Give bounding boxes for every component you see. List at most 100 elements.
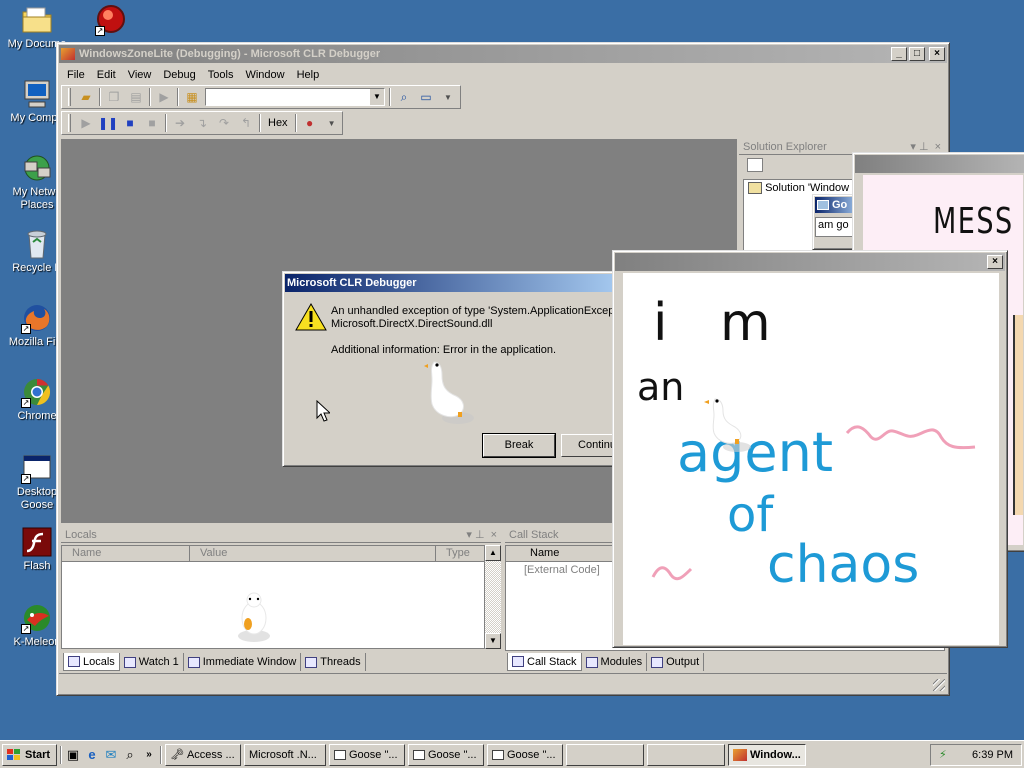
tab-threads[interactable]: Threads (301, 653, 366, 671)
tab-label: Call Stack (527, 655, 577, 668)
dialog-title: Microsoft CLR Debugger (287, 277, 417, 289)
task-access[interactable]: 🗝 Access ... (165, 743, 241, 766)
window-app-icon (817, 200, 829, 210)
tray-network-icon[interactable]: ⚡ (939, 748, 947, 761)
pink-scribble (845, 425, 976, 450)
windows-logo-icon (7, 748, 20, 760)
solution-config-combo[interactable]: ▼ (205, 88, 385, 106)
shortcut-arrow-icon: ↗ (21, 474, 31, 484)
goose-sprite[interactable] (226, 588, 282, 646)
continue-icon[interactable]: ▶ (77, 114, 95, 132)
pink-scribble-small (651, 566, 693, 581)
copy-icon[interactable]: ❐ (105, 88, 123, 106)
red-app-icon: ↗ (95, 4, 127, 36)
close-button[interactable]: × (987, 255, 1003, 269)
tab-call-stack[interactable]: Call Stack (507, 653, 582, 671)
locals-grid-header: Name Value Type (62, 546, 484, 562)
paste-icon[interactable]: ▤ (127, 88, 145, 106)
resize-grip-icon[interactable] (933, 679, 945, 691)
maximize-button[interactable]: □ (909, 47, 925, 61)
solution-icon (748, 182, 762, 195)
locals-scrollbar[interactable]: ▲ ▼ (485, 545, 501, 649)
task-blank-1[interactable] (566, 743, 644, 766)
step-over-icon[interactable]: ↷ (215, 114, 233, 132)
close-button[interactable]: × (929, 47, 945, 61)
task-microsoft-net[interactable]: Microsoft .N... (244, 743, 326, 766)
stop-debugging-icon[interactable]: ■ (121, 114, 139, 132)
scroll-up-button[interactable]: ▲ (485, 545, 501, 561)
menu-tools[interactable]: Tools (202, 69, 240, 81)
goose-sprite[interactable] (424, 356, 484, 428)
toolbar-grip[interactable] (68, 114, 71, 132)
open-folder-icon[interactable]: ▰ (77, 88, 95, 106)
toolbar-dropdown-icon[interactable]: ▼ (323, 114, 341, 132)
tab-watch-1[interactable]: Watch 1 (120, 653, 184, 671)
toolbar-separator (165, 114, 167, 132)
pin-icon[interactable]: ▾ ⊥ (466, 528, 484, 541)
find-icon[interactable]: ⌕ (395, 88, 413, 106)
break-all-icon[interactable]: ❚❚ (98, 114, 118, 132)
task-blank-2[interactable] (647, 743, 725, 766)
menu-debug[interactable]: Debug (157, 69, 201, 81)
output-tab-icon (651, 656, 664, 668)
find-in-files-icon[interactable]: ▦ (183, 88, 201, 106)
column-type[interactable]: Type (436, 546, 484, 561)
task-goose-1[interactable]: Goose "... (329, 743, 405, 766)
search-icon[interactable]: ⌕ (122, 747, 138, 763)
step-out-icon[interactable]: ↰ (237, 114, 255, 132)
tab-immediate-window[interactable]: Immediate Window (184, 653, 302, 671)
internet-explorer-icon[interactable]: e (84, 747, 100, 763)
column-name[interactable]: Name (62, 546, 190, 561)
start-debug-icon[interactable]: ▶ (155, 88, 173, 106)
pane-close-icon[interactable]: × (935, 141, 941, 153)
properties-icon[interactable] (747, 158, 763, 172)
exception-dialog-titlebar[interactable]: Microsoft CLR Debugger (285, 274, 619, 292)
task-goose-3[interactable]: Goose "... (487, 743, 563, 766)
tab-output[interactable]: Output (647, 653, 705, 671)
menu-view[interactable]: View (122, 69, 158, 81)
toolbar-dropdown-icon[interactable]: ▼ (439, 88, 457, 106)
menu-file[interactable]: File (61, 69, 91, 81)
menu-window[interactable]: Window (239, 69, 290, 81)
locals-tab-icon (68, 656, 80, 667)
show-next-statement-icon[interactable]: ➔ (171, 114, 189, 132)
restart-icon[interactable]: ■ (143, 114, 161, 132)
show-desktop-icon[interactable]: ▣ (65, 747, 81, 763)
pane-close-icon[interactable]: × (491, 529, 497, 541)
immediate-tab-icon (187, 656, 200, 668)
debugger-titlebar[interactable]: WindowsZoneLite (Debugging) - Microsoft … (59, 45, 947, 63)
task-label: Microsoft .N... (249, 748, 317, 761)
clock[interactable]: 6:39 PM (972, 749, 1013, 761)
command-window-icon[interactable]: ▭ (417, 88, 435, 106)
mess-note-text: MESS WI (933, 201, 1023, 242)
step-into-icon[interactable]: ↴ (193, 114, 211, 132)
toolbar-separator (99, 88, 101, 106)
column-value[interactable]: Value (190, 546, 436, 561)
task-goose-2[interactable]: Goose "... (408, 743, 484, 766)
quick-launch-more-icon[interactable]: » (141, 747, 157, 763)
status-bar (59, 673, 947, 693)
desktop-icon-red-app[interactable]: ↗ (74, 4, 148, 38)
break-button[interactable]: Break (482, 433, 556, 458)
task-windowszonelite[interactable]: Window... (728, 743, 806, 766)
outlook-express-icon[interactable]: ✉ (103, 747, 119, 763)
menu-edit[interactable]: Edit (91, 69, 122, 81)
solution-node[interactable]: Solution 'Window (765, 182, 849, 194)
minimize-button[interactable]: _ (891, 47, 907, 61)
solution-explorer-title: Solution Explorer (743, 140, 827, 153)
tab-locals[interactable]: Locals (63, 653, 120, 671)
scroll-down-button[interactable]: ▼ (485, 633, 501, 649)
exception-message-line2: Microsoft.DirectX.DirectSound.dll (331, 318, 493, 330)
chrome-icon: ↗ (21, 376, 53, 408)
breakpoints-icon[interactable]: ● (301, 114, 319, 132)
menu-help[interactable]: Help (291, 69, 326, 81)
call-stack-tab-icon (512, 656, 524, 667)
mess-note-titlebar[interactable] (855, 155, 1024, 173)
start-button[interactable]: Start (2, 743, 57, 766)
modules-tab-icon (585, 656, 598, 668)
tab-modules[interactable]: Modules (582, 653, 648, 671)
toolbar-grip[interactable] (68, 88, 71, 106)
goose-note-titlebar[interactable]: × (615, 253, 1005, 271)
goose-sprite[interactable] (703, 391, 759, 455)
hex-toggle-button[interactable]: Hex (265, 117, 291, 129)
